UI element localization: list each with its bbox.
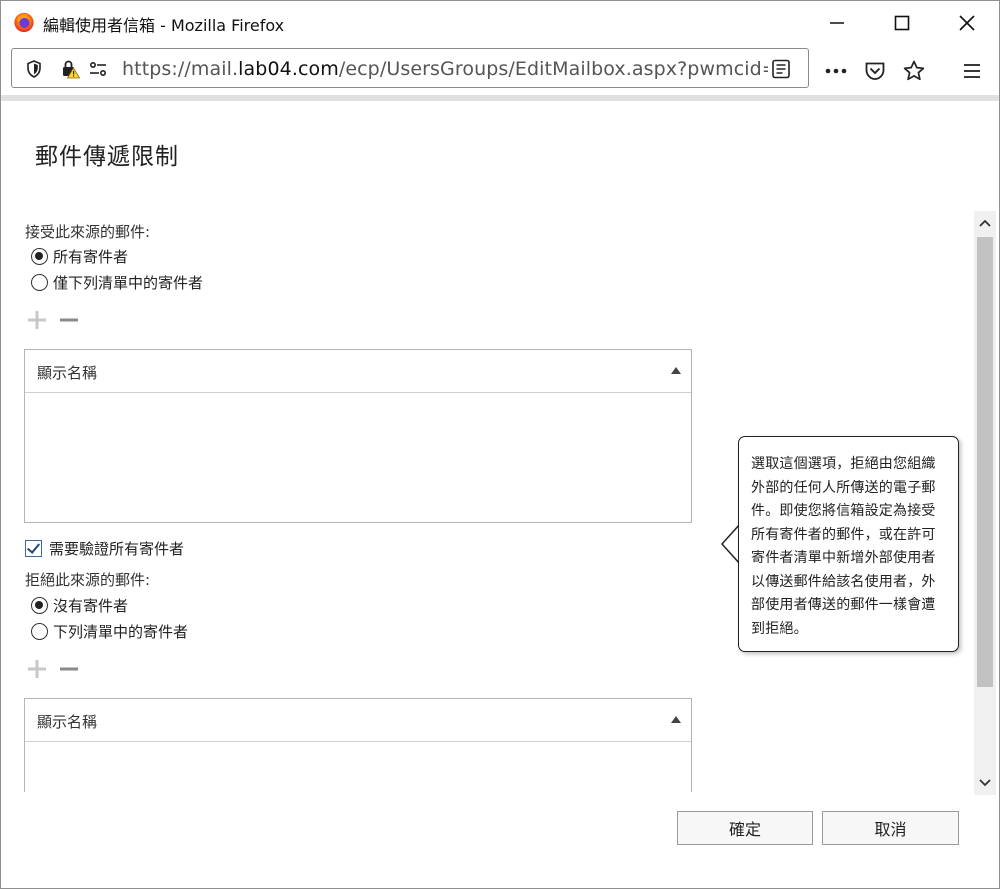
reject-option-no-senders[interactable]: 沒有寄件者 (31, 595, 128, 615)
page-title: 郵件傳遞限制 (35, 144, 179, 170)
pocket-icon (865, 62, 885, 80)
chevron-up-icon (979, 219, 991, 227)
close-window-button[interactable] (935, 1, 999, 45)
window-title: 編輯使用者信箱 - Mozilla Firefox (43, 16, 285, 35)
reject-list-actions (27, 657, 79, 681)
more-button[interactable] (823, 58, 849, 84)
minus-icon[interactable] (59, 310, 79, 330)
reject-option-label: 下列清單中的寄件者 (53, 622, 189, 641)
url-path: /ecp/UsersGroups/EditMailbox.aspx?pwmcid… (338, 58, 768, 80)
minus-icon[interactable] (59, 659, 79, 679)
minimize-icon (830, 22, 844, 24)
help-tooltip: 選取這個選項，拒絕由您組織外部的任何人所傳送的電子郵件。即使您將信箱設定為接受所… (738, 436, 959, 652)
accept-option-label: 所有寄件者 (53, 247, 129, 266)
list-column-header[interactable]: 顯示名稱 (25, 350, 691, 393)
close-icon (959, 15, 975, 31)
accept-senders-list[interactable]: 顯示名稱 (24, 349, 692, 523)
scroll-up-button[interactable] (974, 211, 996, 235)
accept-option-label: 僅下列清單中的寄件者 (53, 273, 204, 292)
bookmark-button[interactable] (901, 58, 927, 84)
menu-button[interactable] (959, 58, 985, 84)
reader-view-icon[interactable] (770, 58, 792, 80)
radio-button[interactable] (31, 622, 48, 640)
sort-ascending-icon (671, 716, 681, 723)
scroll-down-button[interactable] (974, 771, 996, 795)
reject-senders-list[interactable]: 顯示名稱 (24, 698, 692, 792)
radio-button-selected[interactable] (31, 596, 48, 614)
require-auth-checkbox[interactable] (25, 539, 42, 557)
vertical-scrollbar[interactable] (974, 211, 996, 795)
url-text[interactable]: https://mail.lab04.com/ecp/UsersGroups/E… (122, 58, 768, 80)
require-auth-checkbox-row[interactable]: 需要驗證所有寄件者 (25, 538, 184, 558)
column-display-name: 顯示名稱 (37, 364, 98, 382)
accept-list-actions (27, 308, 79, 332)
firefox-logo-icon (14, 12, 34, 33)
pocket-button[interactable] (862, 58, 888, 84)
chevron-down-icon (979, 779, 991, 787)
window-titlebar: 編輯使用者信箱 - Mozilla Firefox (0, 0, 1000, 44)
url-domain: lab04.com (238, 58, 339, 80)
ok-button[interactable]: 確定 (677, 811, 813, 845)
url-bar[interactable]: https://mail.lab04.com/ecp/UsersGroups/E… (11, 48, 809, 88)
shield-icon[interactable] (24, 59, 44, 79)
radio-button-selected[interactable] (31, 247, 48, 265)
column-display-name: 顯示名稱 (37, 713, 98, 731)
accept-option-listed-senders[interactable]: 僅下列清單中的寄件者 (31, 272, 203, 292)
menu-icon (964, 64, 980, 78)
permissions-icon[interactable] (88, 59, 108, 79)
plus-icon[interactable] (27, 659, 47, 679)
lock-warning-icon[interactable] (60, 59, 80, 79)
navigation-toolbar: https://mail.lab04.com/ecp/UsersGroups/E… (0, 44, 1000, 96)
cancel-button[interactable]: 取消 (822, 811, 959, 845)
require-auth-label: 需要驗證所有寄件者 (49, 539, 185, 558)
url-prefix: https://mail. (122, 58, 239, 80)
reject-section-label: 拒絕此來源的郵件: (25, 571, 151, 589)
radio-button[interactable] (31, 273, 48, 291)
maximize-icon (894, 15, 910, 31)
plus-icon[interactable] (27, 310, 47, 330)
reject-option-label: 沒有寄件者 (53, 596, 129, 615)
maximize-button[interactable] (870, 1, 934, 45)
minimize-button[interactable] (805, 1, 869, 45)
sort-ascending-icon (671, 367, 681, 374)
more-icon (825, 68, 847, 74)
reject-option-listed-senders[interactable]: 下列清單中的寄件者 (31, 621, 188, 641)
accept-section-label: 接受此來源的郵件: (25, 223, 151, 241)
list-column-header[interactable]: 顯示名稱 (25, 699, 691, 742)
accept-option-all-senders[interactable]: 所有寄件者 (31, 246, 128, 266)
scrollbar-thumb[interactable] (977, 237, 993, 687)
page-content: 郵件傳遞限制 接受此來源的郵件: 所有寄件者 僅下列清單中的寄件者 顯示名稱 需… (0, 101, 1000, 889)
tooltip-text: 選取這個選項，拒絕由您組織外部的任何人所傳送的電子郵件。即使您將信箱設定為接受所… (751, 456, 936, 637)
bookmark-star-icon (903, 60, 925, 81)
